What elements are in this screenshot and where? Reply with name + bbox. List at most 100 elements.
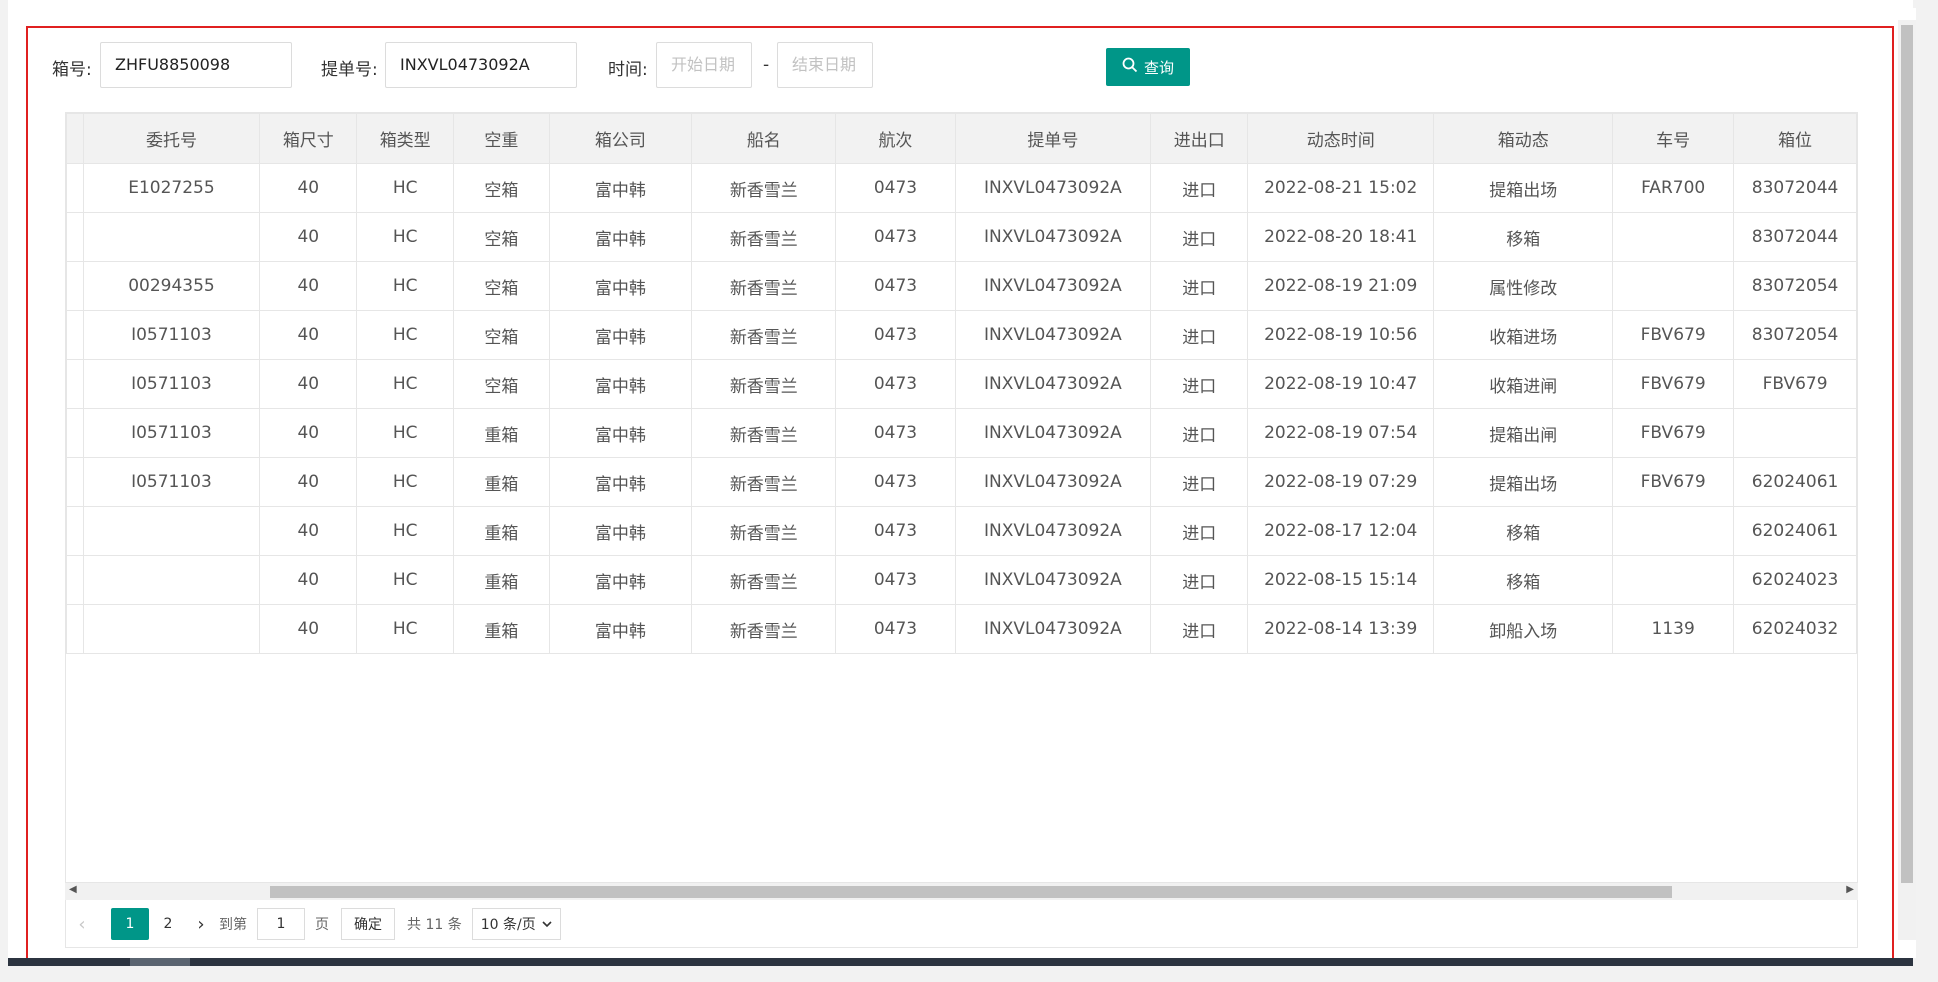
page-panel: 箱号: ZHFU8850098 提单号: INXVL0473092A 时间: 开… [8,8,1916,962]
bill-no-label: 提单号: [321,60,378,80]
table-row[interactable]: 00294355 40 HC 空箱 富中韩 新香雪兰 0473 INXVL0473092A 进口… [66,261,1857,311]
table-cell: 40 [259,310,358,360]
horizontal-scroll-thumb[interactable] [270,886,1672,898]
table-cell: FBV679 [1612,359,1735,409]
confirm-button[interactable]: 确定 [341,908,395,940]
table-cell: 空箱 [453,310,550,360]
taskbar-tab[interactable] [130,958,190,966]
table-cell: 新香雪兰 [691,408,837,458]
query-button[interactable]: 查询 [1106,48,1190,86]
table-cell: FBV679 [1612,408,1735,458]
table-cell: 空箱 [453,163,550,213]
table-cell: 1139 [1612,604,1735,654]
table-cell: 重箱 [453,457,550,507]
row-gutter [66,212,84,262]
column-header[interactable]: 委托号 [82,113,261,164]
end-date-input[interactable]: 结束日期 [777,42,873,88]
table-cell: 卸船入场 [1433,604,1614,654]
goto-page-input[interactable]: 1 [257,908,305,940]
table-cell: 重箱 [453,506,550,556]
table-cell: 新香雪兰 [691,555,837,605]
column-header[interactable]: 箱尺寸 [259,113,358,164]
page-1-button[interactable]: 1 [111,908,149,940]
column-header[interactable]: 箱位 [1733,113,1857,164]
table-cell: 新香雪兰 [691,212,837,262]
table-cell: 富中韩 [548,555,693,605]
table-row[interactable]: 40 HC 重箱 富中韩 新香雪兰 0473 INXVL0473092A 进口 2022-08-… [66,555,1857,605]
table-cell: INXVL0473092A [954,555,1152,605]
table-row[interactable]: 40 HC 重箱 富中韩 新香雪兰 0473 INXVL0473092A 进口 2022-08-… [66,506,1857,556]
table-cell: 进口 [1150,506,1249,556]
scroll-left-icon[interactable]: ◀ [69,884,77,895]
table-cell [82,604,261,654]
table-cell: 富中韩 [548,408,693,458]
page-2-button[interactable]: 2 [149,908,187,940]
next-page-icon[interactable]: › [187,908,215,940]
table-cell: HC [356,163,455,213]
table-cell: 移箱 [1433,212,1614,262]
table-cell: I0571103 [82,457,261,507]
table-cell [1733,408,1857,458]
page-size-value: 10 条/页 [480,917,536,933]
table-cell: 收箱进闸 [1433,359,1614,409]
column-header[interactable]: 箱动态 [1433,113,1614,164]
box-no-label: 箱号: [52,60,92,80]
table-row[interactable]: I0571103 40 HC 重箱 富中韩 新香雪兰 0473 INXVL0473092A 进口… [66,457,1857,507]
horizontal-scrollbar[interactable]: ◀ ▶ [65,882,1858,900]
table-row[interactable]: I0571103 40 HC 空箱 富中韩 新香雪兰 0473 INXVL0473092A 进口… [66,359,1857,409]
table-cell: 2022-08-19 10:47 [1247,359,1435,409]
column-header[interactable]: 箱公司 [548,113,693,164]
table-cell: 0473 [835,506,956,556]
table-row[interactable]: 40 HC 重箱 富中韩 新香雪兰 0473 INXVL0473092A 进口 2022-08-… [66,604,1857,654]
table-row[interactable]: E1027255 40 HC 空箱 富中韩 新香雪兰 0473 INXVL0473092A 进口… [66,163,1857,213]
table-row[interactable]: I0571103 40 HC 重箱 富中韩 新香雪兰 0473 INXVL0473092A 进口… [66,408,1857,458]
table-cell: 0473 [835,212,956,262]
table-cell: 提箱出场 [1433,457,1614,507]
row-gutter [66,359,84,409]
column-header[interactable]: 提单号 [954,113,1152,164]
table-cell: 40 [259,359,358,409]
column-header[interactable]: 动态时间 [1247,113,1435,164]
table-cell: 40 [259,408,358,458]
table-row[interactable]: 40 HC 空箱 富中韩 新香雪兰 0473 INXVL0473092A 进口 2022-08-… [66,212,1857,262]
page-size-select[interactable]: 10 条/页 [471,908,561,940]
column-header[interactable]: 船名 [691,113,837,164]
table-cell: 0473 [835,261,956,311]
table-cell: 0473 [835,604,956,654]
start-date-input[interactable]: 开始日期 [656,42,752,88]
table-cell: FAR700 [1612,163,1735,213]
table-cell: HC [356,555,455,605]
table-cell: HC [356,261,455,311]
table-cell: 富中韩 [548,457,693,507]
pagination: ‹ 1 2 › 到第 1 页 确定 共 11 条 10 条/页 [65,900,1858,948]
column-header[interactable]: 航次 [835,113,956,164]
table-header-row: 委托号 箱尺寸 箱类型 空重 箱公司 船名 航次 提单号 进出口 动态时间 箱动态 车号 箱位 [66,113,1857,164]
table-cell: 新香雪兰 [691,604,837,654]
table-cell: 0473 [835,163,956,213]
scroll-right-icon[interactable]: ▶ [1846,884,1854,895]
table-cell: 新香雪兰 [691,310,837,360]
column-header[interactable]: 进出口 [1150,113,1249,164]
vertical-scroll-thumb[interactable] [1901,25,1913,883]
table-cell: 2022-08-17 12:04 [1247,506,1435,556]
data-table: 委托号 箱尺寸 箱类型 空重 箱公司 船名 航次 提单号 进出口 动态时间 箱动态 车号 箱位 E102… [65,112,1858,948]
table-cell: 62024061 [1733,457,1857,507]
table-cell: 富中韩 [548,310,693,360]
table-cell: 2022-08-19 21:09 [1247,261,1435,311]
table-cell: 2022-08-15 15:14 [1247,555,1435,605]
table-cell: 0473 [835,457,956,507]
table-cell [1612,506,1735,556]
table-cell: 进口 [1150,163,1249,213]
bill-no-input[interactable]: INXVL0473092A [385,42,577,88]
table-cell: 00294355 [82,261,261,311]
table-cell: 新香雪兰 [691,506,837,556]
table-row[interactable]: I0571103 40 HC 空箱 富中韩 新香雪兰 0473 INXVL0473092A 进口… [66,310,1857,360]
column-header[interactable]: 空重 [453,113,550,164]
box-no-input[interactable]: ZHFU8850098 [100,42,292,88]
vertical-scrollbar[interactable] [1898,20,1916,940]
column-header[interactable]: 箱类型 [356,113,455,164]
column-header[interactable]: 车号 [1612,113,1735,164]
chevron-down-icon [542,916,552,932]
table-cell: 富中韩 [548,604,693,654]
prev-page-icon[interactable]: ‹ [65,908,99,940]
